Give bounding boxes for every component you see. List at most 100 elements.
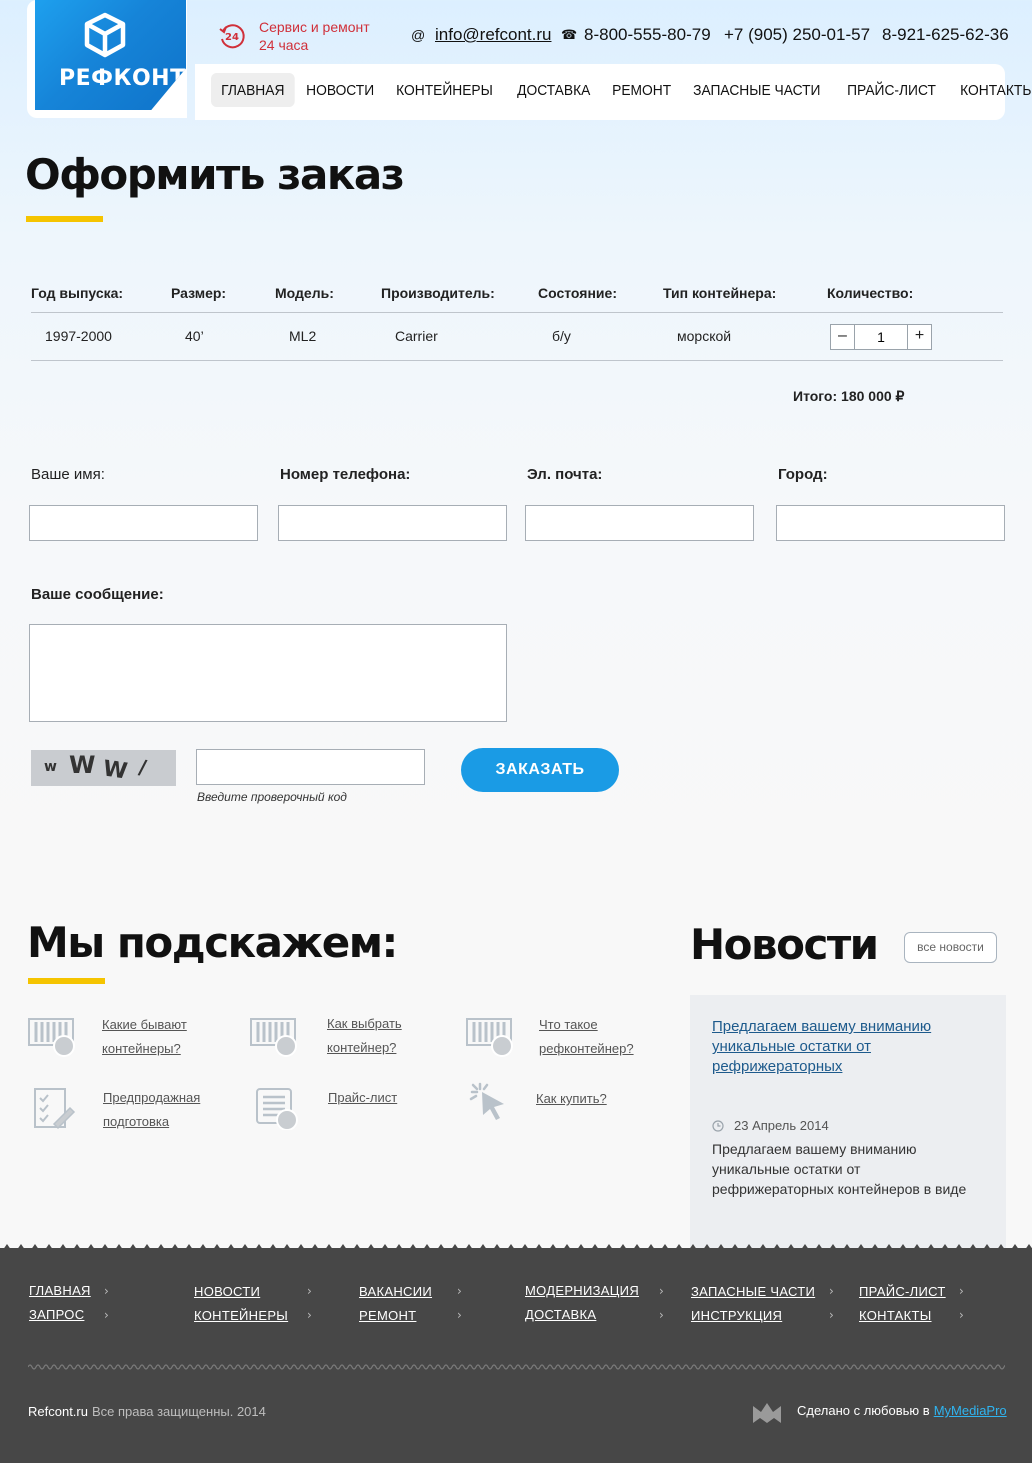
service-line1: Сервис и ремонт: [259, 19, 370, 35]
footer-link-price-list[interactable]: ПРАЙС-ЛИСТ: [859, 1284, 946, 1299]
chevron-right-icon: ›: [659, 1284, 664, 1298]
service-info: Сервис и ремонт 24 часа: [259, 18, 370, 54]
footer-link-home[interactable]: ГЛАВНАЯ: [29, 1283, 91, 1298]
hint-link-price-list[interactable]: Прайс-лист: [328, 1086, 448, 1110]
email-field[interactable]: [525, 505, 754, 541]
hints-title: Мы подскажем:: [27, 918, 398, 967]
nav-item-news[interactable]: НОВОСТИ: [296, 73, 384, 107]
service-line2: 24 часа: [259, 37, 309, 53]
chevron-right-icon: ›: [307, 1308, 312, 1322]
col-header-year: Год выпуска:: [31, 285, 124, 301]
cursor-click-icon: [469, 1082, 504, 1120]
clock-icon: [712, 1120, 724, 1132]
credits-studio-link[interactable]: MyMediaPro: [934, 1403, 1007, 1418]
nav-item-containers[interactable]: КОНТЕЙНЕРЫ: [386, 73, 503, 107]
captcha-char: /: [136, 754, 149, 780]
message-label: Ваше сообщение:: [31, 586, 164, 603]
quantity-input[interactable]: [855, 325, 907, 349]
chevron-right-icon: ›: [457, 1284, 462, 1298]
phone-number-2[interactable]: +7 (905) 250-01-57: [724, 25, 870, 45]
captcha-field[interactable]: [196, 749, 425, 785]
quantity-increase-button[interactable]: +: [907, 325, 931, 349]
nav-item-delivery[interactable]: ДОСТАВКА: [507, 73, 600, 107]
footer-link-vacancies[interactable]: ВАКАНСИИ: [359, 1284, 432, 1299]
hint-link-presale-prep[interactable]: Предпродажная подготовка: [103, 1086, 223, 1134]
hint-link-choose-container[interactable]: Как выбрать контейнер?: [327, 1012, 447, 1060]
copyright-site: Refcont.ru: [28, 1404, 88, 1419]
nav-item-repair[interactable]: РЕМОНТ: [602, 73, 681, 107]
footer-link-instruction[interactable]: ИНСТРУКЦИЯ: [691, 1308, 782, 1323]
footer-link-contacts[interactable]: КОНТАКТЫ: [859, 1308, 932, 1323]
news-item-date: 23 Апрель 2014: [734, 1118, 829, 1133]
cell-year: 1997-2000: [45, 328, 112, 344]
nav-item-spare-parts[interactable]: ЗАПАСНЫЕ ЧАСТИ: [683, 73, 831, 107]
cell-size: 40’: [185, 328, 204, 344]
footer-link-spare-parts[interactable]: ЗАПАСНЫЕ ЧАСТИ: [691, 1284, 815, 1299]
hint-link-container-types[interactable]: Какие бывают контейнеры?: [102, 1013, 222, 1061]
city-field[interactable]: [776, 505, 1005, 541]
captcha-char: W: [69, 751, 96, 779]
footer-link-modernization[interactable]: МОДЕРНИЗАЦИЯ: [525, 1283, 639, 1298]
email-icon: @: [411, 27, 426, 43]
cell-manufacturer: Carrier: [395, 328, 438, 344]
service-24h-icon: 24: [219, 24, 245, 49]
logo-text: РЕФКОНТ: [59, 66, 186, 91]
chevron-right-icon: ›: [959, 1284, 964, 1298]
footer-link-containers[interactable]: КОНТЕЙНЕРЫ: [194, 1308, 288, 1323]
containers-icon: [250, 1018, 297, 1057]
copyright-rights: Все права защищенны. 2014: [91, 1404, 266, 1419]
news-item-title[interactable]: Предлагаем вашему вниманию уникальные ос…: [712, 1017, 972, 1077]
name-field[interactable]: [29, 505, 258, 541]
col-header-condition: Состояние:: [538, 285, 617, 301]
captcha-char: W: [101, 756, 129, 785]
nav-item-contacts[interactable]: КОНТАКТЫ: [950, 73, 1032, 107]
cell-type: морской: [677, 328, 732, 344]
page-title: Оформить заказ: [25, 150, 405, 199]
containers-icon: [466, 1018, 513, 1057]
main-nav: ГЛАВНАЯ НОВОСТИ КОНТЕЙНЕРЫ ДОСТАВКА РЕМО…: [211, 73, 1032, 107]
site-logo[interactable]: РЕФКОНТ: [35, 0, 186, 110]
hint-link-what-is-refcontainer[interactable]: Что такое рефконтейнер?: [539, 1013, 659, 1061]
mymediapro-logo-icon: [753, 1403, 781, 1423]
chevron-right-icon: ›: [959, 1308, 964, 1322]
message-field[interactable]: [29, 624, 507, 722]
order-submit-button[interactable]: ЗАКАЗАТЬ: [461, 748, 619, 792]
cell-model: ML2: [289, 328, 317, 344]
chevron-right-icon: ›: [829, 1308, 834, 1322]
footer-link-delivery[interactable]: ДОСТАВКА: [525, 1307, 596, 1322]
col-header-manufacturer: Производитель:: [381, 285, 495, 301]
all-news-button[interactable]: все новости: [904, 932, 997, 963]
table-divider: [31, 312, 1003, 313]
quantity-decrease-button[interactable]: –: [831, 325, 855, 349]
email-link[interactable]: info@refcont.ru: [435, 25, 551, 45]
name-label: Ваше имя:: [31, 466, 105, 483]
chevron-right-icon: ›: [104, 1308, 109, 1322]
title-underline: [26, 216, 103, 222]
col-header-type: Тип контейнера:: [663, 285, 777, 301]
credits: Сделано с любовью в MyMediaPro: [797, 1403, 1007, 1418]
col-header-size: Размер:: [171, 285, 227, 301]
price-list-icon: [256, 1088, 298, 1130]
phone-number-1[interactable]: 8-800-555-80-79: [584, 25, 711, 45]
news-title: Новости: [690, 920, 879, 969]
hint-link-how-to-buy[interactable]: Как купить?: [536, 1087, 656, 1111]
service-24h-badge: 24: [225, 32, 239, 43]
cube-icon: [84, 12, 126, 58]
phone-field[interactable]: [278, 505, 507, 541]
footer-link-request[interactable]: ЗАПРОС: [29, 1307, 84, 1322]
col-header-model: Модель:: [275, 285, 334, 301]
phone-number-3[interactable]: 8-921-625-62-36: [882, 25, 1009, 45]
captcha-char: w: [44, 759, 57, 775]
nav-item-price-list[interactable]: ПРАЙС-ЛИСТ: [837, 73, 946, 107]
credits-text: Сделано с любовью в: [797, 1403, 930, 1418]
chevron-right-icon: ›: [659, 1308, 664, 1322]
email-label: Эл. почта:: [527, 466, 603, 483]
checklist-icon: [34, 1088, 76, 1130]
chevron-right-icon: ›: [457, 1308, 462, 1322]
nav-item-home[interactable]: ГЛАВНАЯ: [211, 73, 295, 107]
footer: [0, 1248, 1032, 1463]
footer-link-repair[interactable]: РЕМОНТ: [359, 1308, 416, 1323]
phone-icon: ☎: [561, 27, 578, 42]
chevron-right-icon: ›: [307, 1284, 312, 1298]
footer-link-news[interactable]: НОВОСТИ: [194, 1284, 260, 1299]
